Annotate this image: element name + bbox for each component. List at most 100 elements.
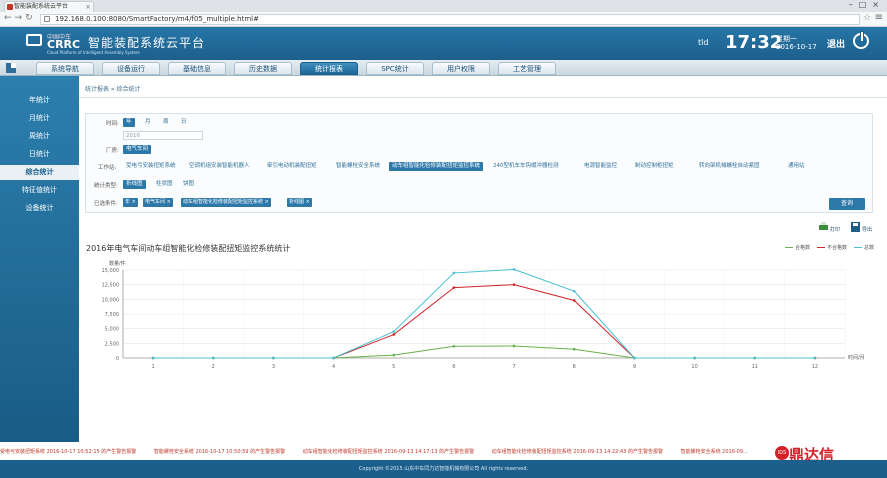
stat-type-line[interactable]: 折线图 [123,180,146,189]
stat-type-pie[interactable]: 饼图 [180,180,197,189]
sidebar-item-day[interactable]: 日统计 [0,147,79,162]
power-icon[interactable] [853,31,869,49]
y-tick-label: 5,000 [105,327,119,333]
stat-type-bar[interactable]: 柱状图 [153,180,176,189]
print-label[interactable]: 打印 [830,226,840,233]
data-point [512,283,516,286]
workstation-option[interactable]: 牵引电动机装配扭矩 [264,162,320,171]
workstation-option-active[interactable]: 动车组智能化检修装配扭矩监控系统 [389,162,484,171]
legend-item[interactable]: 合格数 [785,244,810,251]
nav-item-process[interactable]: 工艺管理 [498,62,556,75]
sidebar-item-month[interactable]: 月统计 [0,111,79,126]
workstation-option[interactable]: 通用站 [785,162,808,171]
nav-item-reports[interactable]: 统计报表 [300,62,358,75]
breadcrumb: 统计报表 » 综合统计 [85,86,141,93]
crrc-logo-icon [26,34,42,46]
sidebar-item-equipment[interactable]: 设备统计 [0,201,79,216]
workstation-label: 工作站: [98,165,117,171]
line-chart: 02,5005,0007,50010,00012,50015,0001 2 3 4 5 6… [102,260,865,370]
y-tick-label: 15,000 [102,268,120,274]
legend-swatch [817,246,825,249]
ticker-item[interactable]: 动车组智能化检修装配扭矩监控系统 2016-09-13 14:17:13 的产生… [303,449,474,455]
time-label: 时间: [106,121,119,127]
legend-label: 总数 [864,245,875,251]
x-tick-label: 2 [212,364,215,370]
y-tick-label: 0 [116,356,119,362]
workstation-option[interactable]: 制动控制柜扭矩 [632,162,677,171]
browser-menu-icon[interactable]: ≡ [875,12,883,23]
x-tick-label: 3 [272,364,275,370]
time-option-day[interactable]: 日 [178,118,190,127]
workstation-option[interactable]: 空调机组安装智能机器人 [186,162,253,171]
year-input[interactable]: 2016 [123,131,203,140]
x-tick-label: 4 [332,364,335,370]
clock-time: 17:32 [725,32,783,53]
time-option-month[interactable]: 月 [142,118,154,127]
x-tick-label: 8 [573,364,576,370]
logout-button[interactable]: 退出 [827,37,845,50]
nav-item-spc[interactable]: SPC统计 [366,62,424,75]
tab-title: 智能装配系统云平台 [14,3,69,10]
sidebar-item-year[interactable]: 年统计 [0,93,79,108]
data-point [211,356,215,360]
workstation-option[interactable]: 240型机车车钩缓冲器检测 [490,162,562,171]
data-point [452,344,456,348]
x-tick-label: 1 [151,364,154,370]
factory-label: 厂房: [106,148,119,154]
export-label[interactable]: 导出 [862,226,872,233]
selected-tag[interactable]: 电气车间 × [143,198,173,207]
workstation-option[interactable]: 转向架机械螺栓自动紧固 [696,162,763,171]
nav-item-permissions[interactable]: 用户权限 [432,62,490,75]
data-point [392,330,396,333]
ticker-item[interactable]: 智能螺栓安全系统 2016-10-17 10:50:59 的产生警告报警 [154,449,285,455]
x-tick-label: 12 [812,364,818,370]
sidebar-item-combined[interactable]: 综合统计 [0,165,79,180]
brand-badge-icon: IDS [775,446,789,460]
filter-panel: 时间: 年 月 周 日 2016 厂房: 电气车间 工作站: 受电弓安装扭矩系统… [85,113,873,213]
close-tab-icon[interactable]: × [85,2,91,12]
browser-tab[interactable]: 智能装配系统云平台 × [4,1,94,12]
data-point [272,356,275,360]
url-input[interactable]: 192.168.0.100:8080/SmartFactory/m4/f05_m… [40,14,860,25]
selected-tag[interactable]: 年 × [123,198,138,207]
data-point [572,289,576,293]
legend-label: 合格数 [795,245,811,251]
print-icon[interactable] [818,222,829,232]
nav-item-history[interactable]: 历史数据 [234,62,292,75]
nav-item-equipment[interactable]: 设备运行 [102,62,160,75]
data-point [572,299,576,302]
sidebar-item-week[interactable]: 周统计 [0,129,79,144]
legend-item[interactable]: 总数 [854,244,874,251]
time-option-week[interactable]: 周 [160,118,172,127]
time-option-year[interactable]: 年 [123,118,135,127]
selected-tag[interactable]: 动车组智能化检修装配扭矩监控系统 × [181,198,271,207]
query-button[interactable]: 查询 [829,198,865,210]
data-point [753,356,757,360]
selected-tag[interactable]: 折线图 × [287,198,312,207]
window-controls[interactable]: –□× [849,0,885,9]
system-subtitle: Cloud Platform of Intelligent Assembly S… [47,50,140,55]
ticker-item[interactable]: 受电弓安装扭矩系统 2016-10-17 10:52:15 的产生警告报警 [0,449,136,455]
nav-item-basic-info[interactable]: 基础信息 [168,62,226,75]
workstation-option[interactable]: 智能螺栓安全系统 [333,162,383,171]
main-nav: 系统导航 设备运行 基础信息 历史数据 统计报表 SPC统计 用户权限 工艺管理 [0,60,887,76]
address-bar: ←→↻ 192.168.0.100:8080/SmartFactory/m4/f… [0,12,887,27]
nav-item-system-nav[interactable]: 系统导航 [36,62,94,75]
bookmark-star-icon[interactable]: ☆ [863,13,871,23]
factory-option[interactable]: 电气车间 [123,145,152,154]
sidebar-item-feature[interactable]: 特征值统计 [0,183,79,198]
legend-item[interactable]: 不合格数 [817,244,847,251]
ticker-item[interactable]: 动车组智能化检修装配扭矩监控系统 2016-09-13 14:22:43 的产生… [492,449,663,455]
ticker-item[interactable]: 智能螺栓安全系统 2016-09... [681,449,748,455]
export-icon[interactable] [850,222,861,232]
workstation-option[interactable]: 受电弓安装扭矩系统 [123,162,179,171]
y-axis-label: 数量/件 [109,260,126,267]
workstation-option[interactable]: 电源智能监控 [581,162,620,171]
back-forward-reload-icons[interactable]: ←→↻ [4,13,36,23]
selected-label: 已选条件: [94,201,118,207]
y-tick-label: 7,500 [105,312,119,318]
legend-label: 不合格数 [827,245,848,251]
data-point [452,271,456,275]
home-grid-icon[interactable] [6,63,16,73]
x-tick-label: 10 [691,364,697,370]
